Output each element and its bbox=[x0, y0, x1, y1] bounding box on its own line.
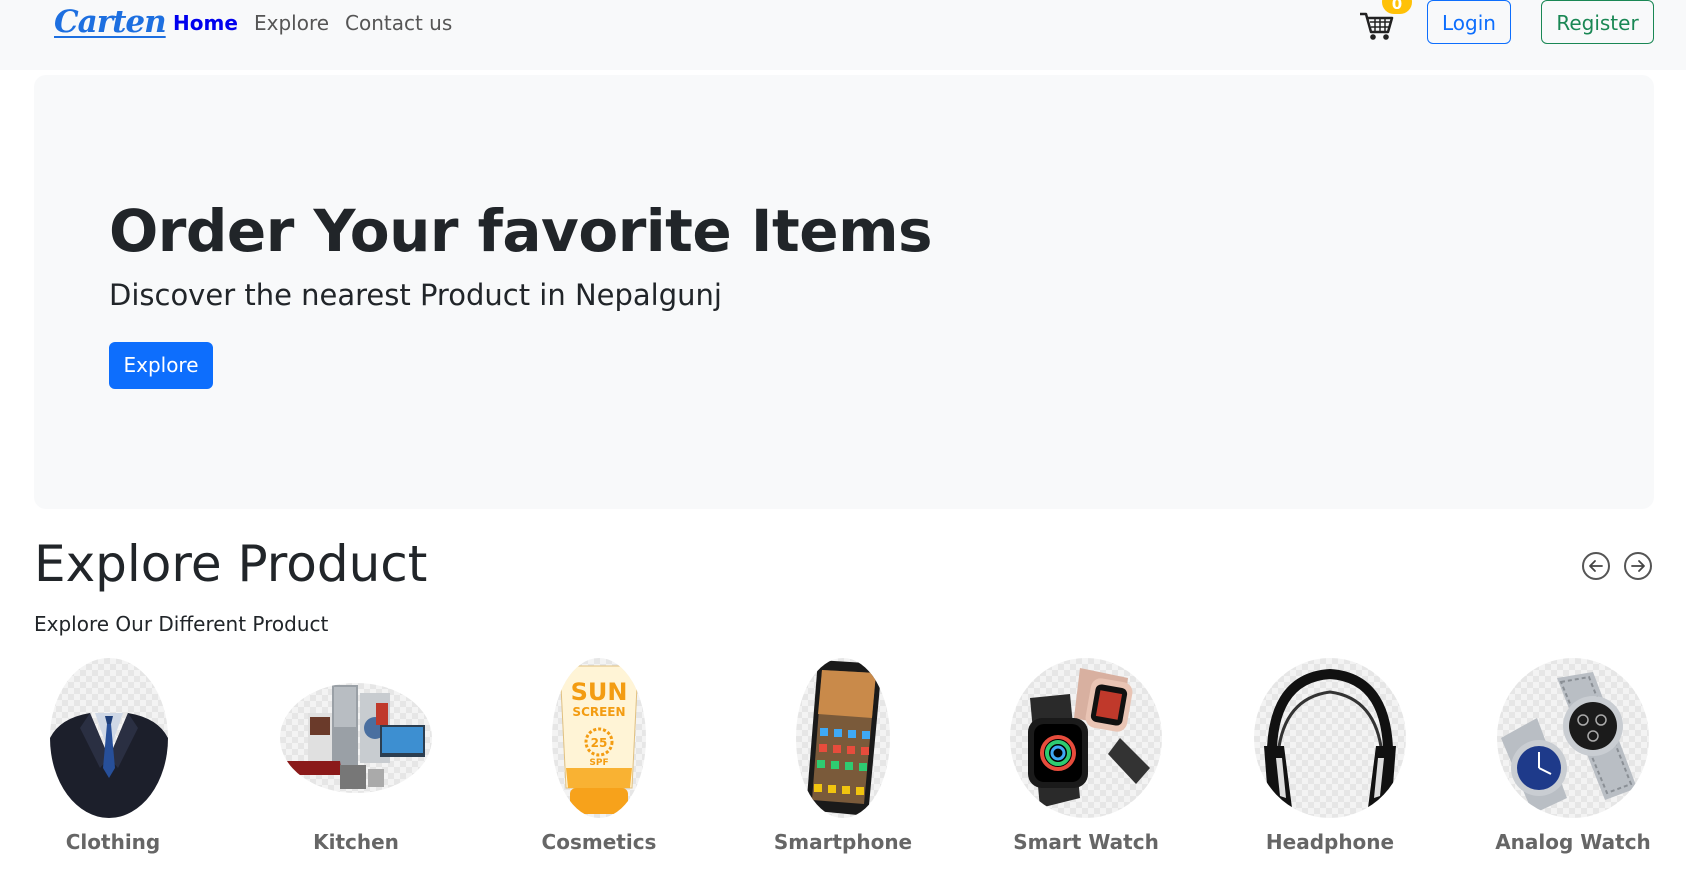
appliances-image bbox=[280, 683, 432, 793]
smartphone-image bbox=[796, 658, 890, 818]
hero-banner: Order Your favorite Items Discover the n… bbox=[34, 75, 1654, 509]
product-card-clothing[interactable]: Clothing bbox=[28, 658, 198, 858]
sunscreen-line1: SUN bbox=[571, 678, 628, 706]
section-subtitle: Explore Our Different Product bbox=[34, 612, 329, 636]
register-button[interactable]: Register bbox=[1541, 0, 1654, 44]
brand-logo[interactable]: Carten bbox=[54, 4, 167, 40]
product-label: Kitchen bbox=[313, 830, 399, 854]
product-label: Clothing bbox=[65, 830, 161, 854]
section-title: Explore Product bbox=[34, 535, 428, 593]
product-label: Headphone bbox=[1265, 830, 1395, 854]
nav-link-contact[interactable]: Contact us bbox=[345, 11, 452, 35]
product-card-analog-watch[interactable]: Analog Watch bbox=[1488, 658, 1658, 858]
analog-watch-image bbox=[1497, 658, 1649, 818]
sunscreen-spf: 25 bbox=[591, 736, 608, 750]
arrow-right-circle-icon[interactable] bbox=[1624, 552, 1652, 580]
hero-explore-button[interactable]: Explore bbox=[109, 342, 213, 389]
product-card-smartphone[interactable]: Smartphone bbox=[758, 658, 928, 858]
suit-image bbox=[50, 658, 168, 818]
smart-watch-image bbox=[1010, 658, 1162, 818]
product-label: Analog Watch bbox=[1495, 830, 1651, 854]
arrow-left-circle-icon[interactable] bbox=[1582, 552, 1610, 580]
product-card-cosmetics[interactable]: SUN SCREEN 25 SPF Cosmetics bbox=[514, 658, 684, 858]
sunscreen-line2: SCREEN bbox=[572, 705, 625, 719]
nav-link-home[interactable]: Home bbox=[173, 11, 238, 35]
product-label: Smart Watch bbox=[1013, 830, 1159, 854]
login-button[interactable]: Login bbox=[1427, 0, 1511, 44]
product-label: Smartphone bbox=[773, 830, 913, 854]
navbar: Carten Home Explore Contact us 0 Login R… bbox=[0, 0, 1686, 70]
hero-title: Order Your favorite Items bbox=[109, 197, 933, 265]
cart-count-badge: 0 bbox=[1382, 0, 1412, 14]
hero-subtitle: Discover the nearest Product in Nepalgun… bbox=[109, 278, 722, 312]
product-card-headphone[interactable]: Headphone bbox=[1245, 658, 1415, 858]
product-card-kitchen[interactable]: Kitchen bbox=[271, 658, 441, 858]
product-label: Cosmetics bbox=[541, 830, 657, 854]
sunscreen-spf-label: SPF bbox=[589, 758, 608, 768]
product-card-smart-watch[interactable]: Smart Watch bbox=[1001, 658, 1171, 858]
sunscreen-image: SUN SCREEN 25 SPF bbox=[552, 658, 646, 818]
nav-link-explore[interactable]: Explore bbox=[254, 11, 329, 35]
headphone-image bbox=[1254, 658, 1406, 818]
